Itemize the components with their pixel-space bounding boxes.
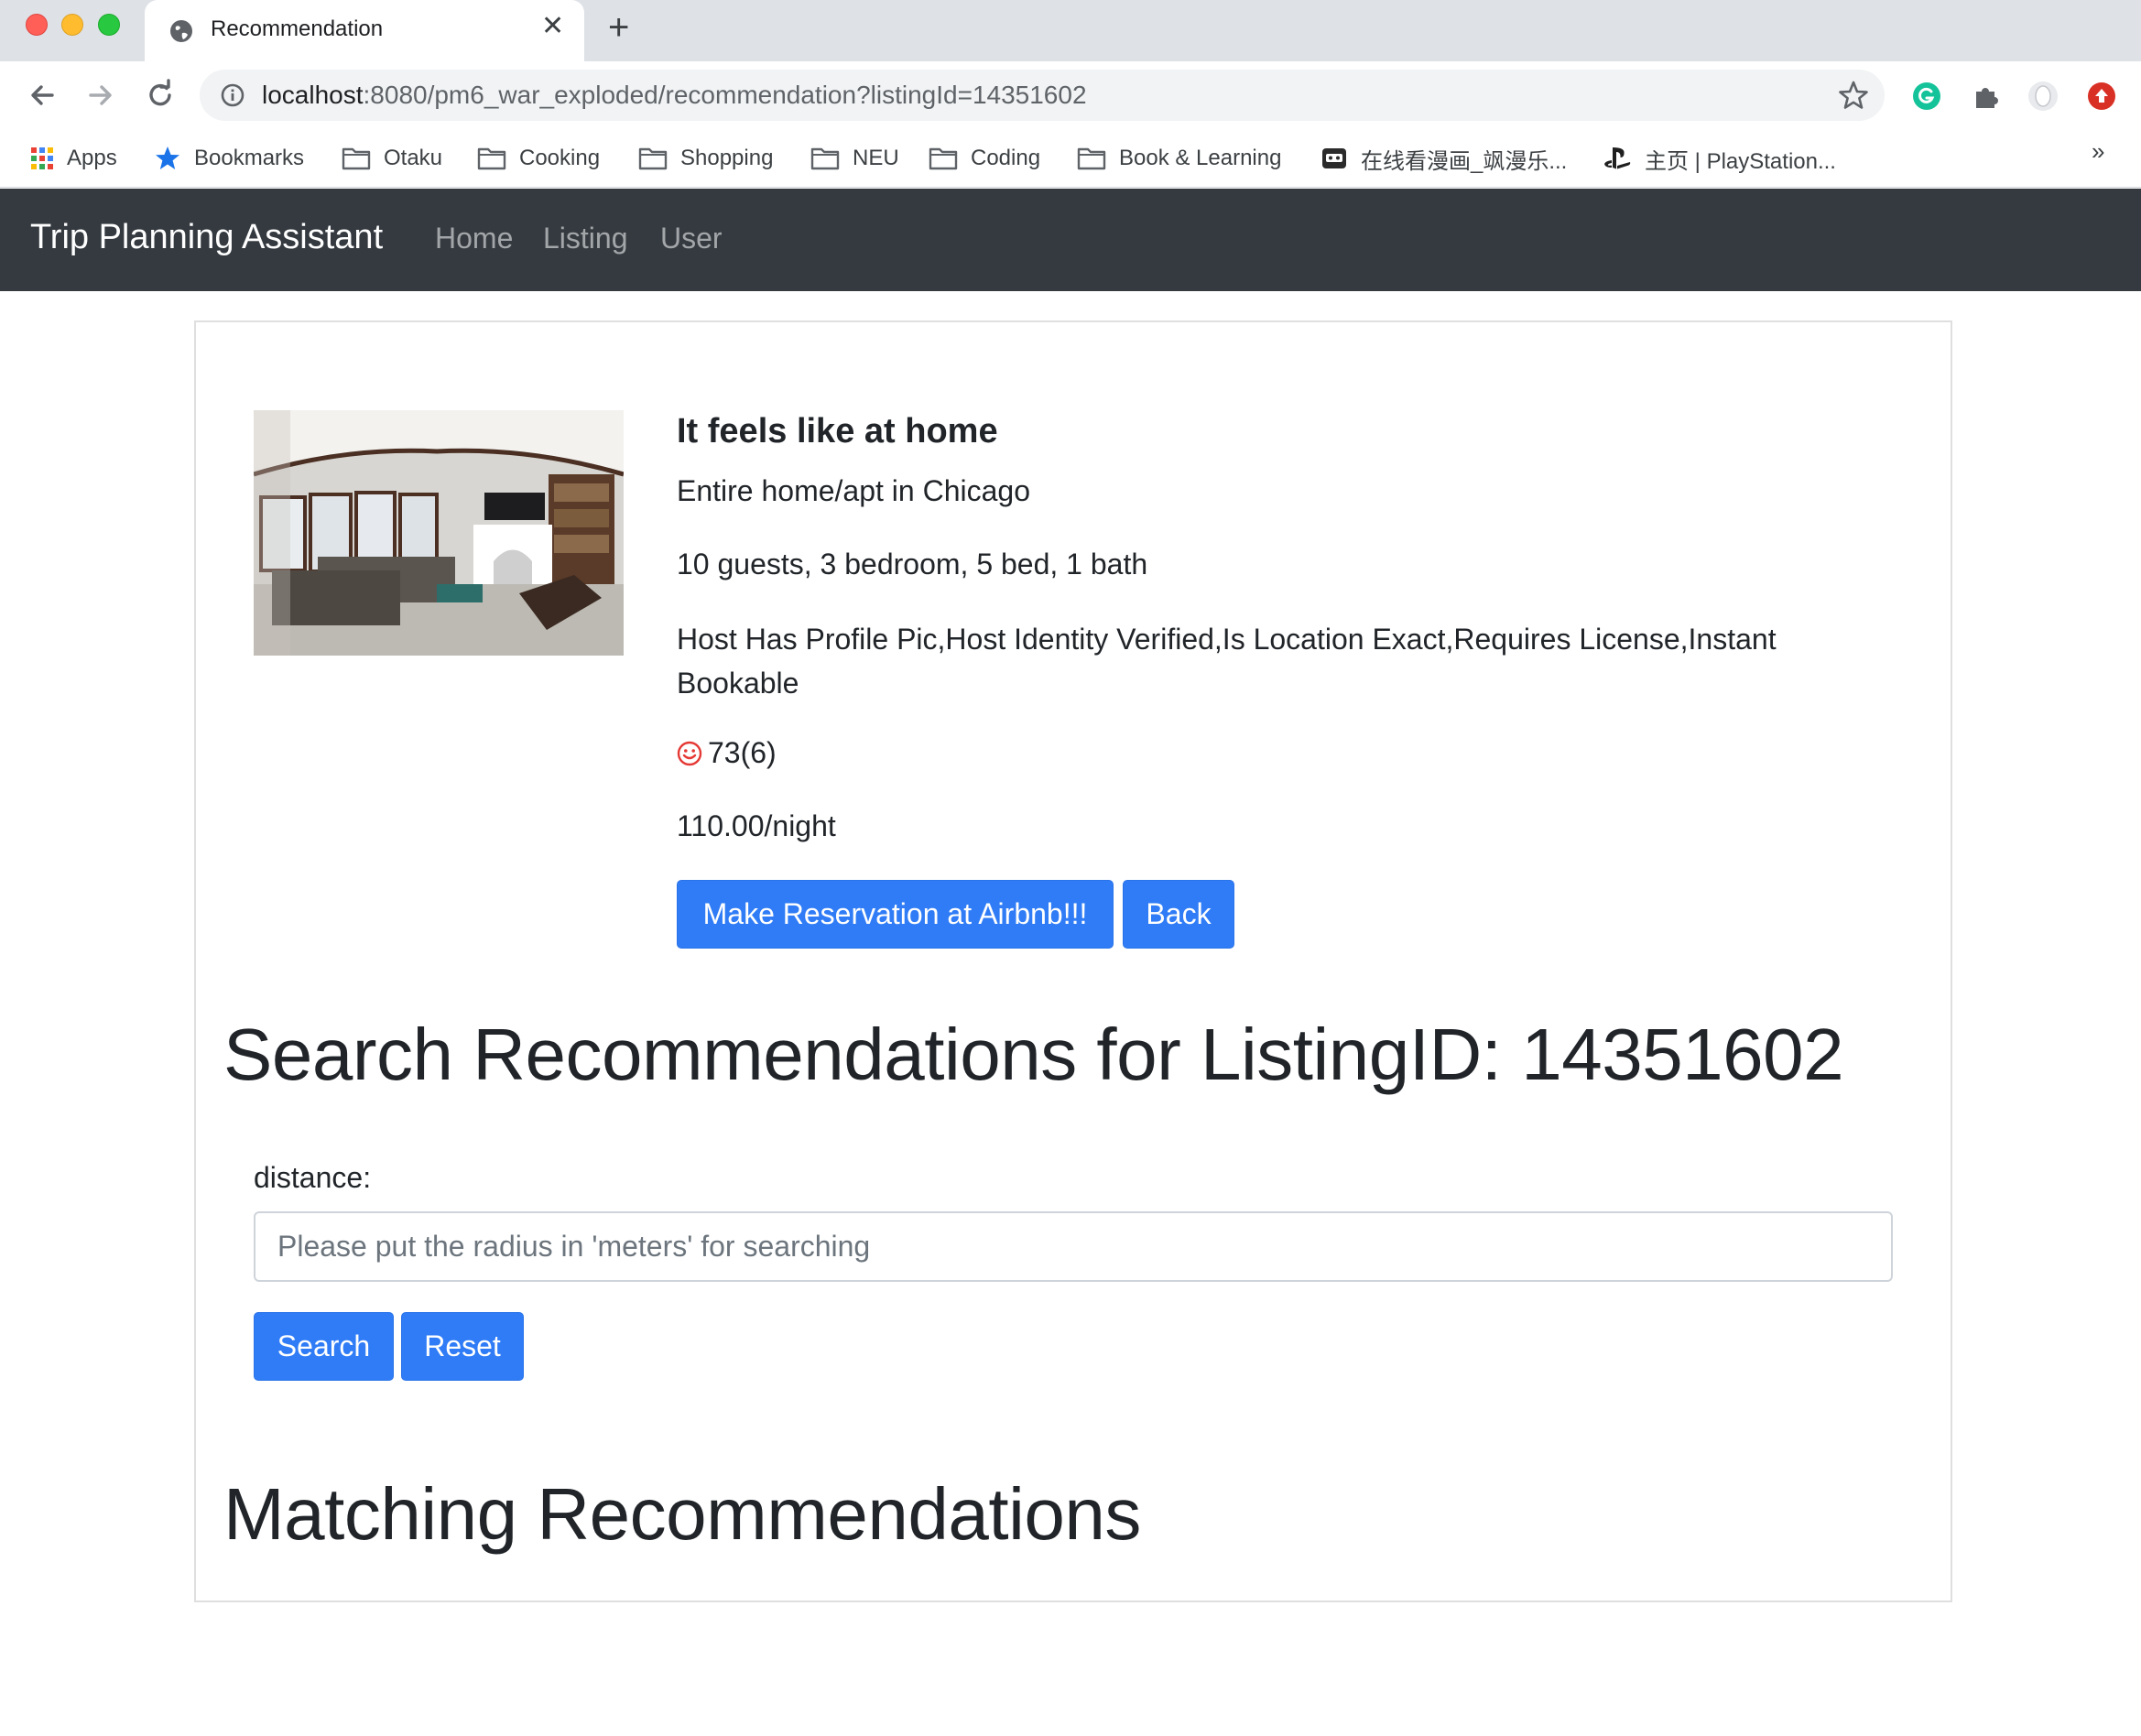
- close-window-button[interactable]: [26, 14, 48, 36]
- listing-name: It feels like at home: [677, 412, 998, 450]
- make-reservation-button[interactable]: Make Reservation at Airbnb!!!: [677, 880, 1114, 949]
- listing-photo: [254, 410, 624, 656]
- listing-capacity: 10 guests, 3 bedroom, 5 bed, 1 bath: [677, 548, 1148, 580]
- folder-icon: [477, 147, 506, 170]
- nav-link-listing[interactable]: Listing: [543, 222, 628, 255]
- bookmark-folder-cooking[interactable]: Cooking: [477, 140, 600, 177]
- bookmark-folder-coding[interactable]: Coding: [929, 140, 1040, 177]
- search-button[interactable]: Search: [254, 1312, 394, 1381]
- bookmark-label: Otaku: [384, 146, 443, 170]
- folder-icon: [1077, 147, 1106, 170]
- bookmark-folder-shopping[interactable]: Shopping: [638, 140, 773, 177]
- bookmark-playstation[interactable]: 主页 | PlayStation...: [1603, 140, 1836, 177]
- profile-avatar-icon[interactable]: [2027, 81, 2059, 112]
- bookmark-apps[interactable]: Apps: [30, 140, 117, 177]
- bookmarks-bar: Apps Bookmarks Otaku Cooking Shopping NE…: [0, 129, 2141, 188]
- reload-icon[interactable]: [143, 78, 178, 113]
- bookmark-manga-site[interactable]: 在线看漫画_飒漫乐...: [1320, 140, 1567, 177]
- search-heading: Search Recommendations for ListingID: 14…: [223, 1014, 1844, 1095]
- bookmark-label: Apps: [67, 146, 117, 170]
- site-icon: [1322, 148, 1346, 168]
- site-info-icon[interactable]: [220, 82, 245, 108]
- bookmark-bookmarks[interactable]: Bookmarks: [154, 140, 304, 177]
- listing-price: 110.00/night: [677, 809, 836, 842]
- folder-icon: [342, 147, 371, 170]
- close-tab-icon[interactable]: ✕: [541, 13, 564, 40]
- bookmark-folder-otaku[interactable]: Otaku: [342, 140, 442, 177]
- bookmark-label: NEU: [853, 146, 899, 170]
- bookmark-folder-book-learning[interactable]: Book & Learning: [1077, 140, 1281, 177]
- star-icon: [156, 146, 179, 169]
- navbar-brand[interactable]: Trip Planning Assistant: [30, 218, 383, 257]
- reset-button[interactable]: Reset: [401, 1312, 524, 1381]
- bookmark-folder-neu[interactable]: NEU: [810, 140, 899, 177]
- bookmark-label: Cooking: [519, 146, 601, 170]
- bookmark-star-icon[interactable]: [1837, 79, 1870, 112]
- browser-tab-bar: Recommendation ✕ +: [0, 0, 2141, 61]
- more-bookmarks-chevron-icon[interactable]: »: [2092, 137, 2104, 166]
- grammarly-extension-icon[interactable]: [1911, 81, 1942, 112]
- playstation-icon: [1604, 147, 1631, 169]
- listing-features: Host Has Profile Pic,Host Identity Verif…: [677, 623, 1777, 700]
- maximize-window-button[interactable]: [98, 14, 120, 36]
- url-host: localhost: [262, 81, 364, 109]
- browser-toolbar: localhost:8080/pm6_war_exploded/recommen…: [0, 61, 2141, 129]
- folder-icon: [638, 147, 668, 170]
- globe-icon: [170, 20, 192, 42]
- url-path: :8080/pm6_war_exploded/recommendation?li…: [363, 81, 1087, 109]
- browser-tab[interactable]: Recommendation ✕: [145, 0, 584, 61]
- minimize-window-button[interactable]: [61, 14, 83, 36]
- back-button[interactable]: Back: [1123, 880, 1234, 949]
- upload-extension-icon[interactable]: [2086, 81, 2117, 112]
- listing-rating: 73(6): [677, 736, 777, 770]
- url-text[interactable]: localhost:8080/pm6_war_exploded/recommen…: [262, 81, 1087, 110]
- folder-icon: [810, 147, 840, 170]
- bookmark-label: Book & Learning: [1119, 146, 1282, 170]
- site-navbar: Trip Planning Assistant Home Listing Use…: [0, 189, 2141, 291]
- distance-label: distance:: [254, 1161, 372, 1194]
- back-arrow-icon[interactable]: [25, 78, 60, 113]
- smiley-icon: [677, 741, 702, 765]
- folder-icon: [929, 147, 958, 170]
- apps-grid-icon: [31, 147, 53, 169]
- new-tab-button[interactable]: +: [608, 9, 629, 46]
- matching-recommendations-heading: Matching Recommendations: [223, 1473, 1141, 1555]
- nav-link-user[interactable]: User: [660, 222, 723, 255]
- extensions-puzzle-icon[interactable]: [1971, 81, 2002, 112]
- address-bar[interactable]: localhost:8080/pm6_war_exploded/recommen…: [200, 70, 1885, 121]
- tab-title: Recommendation: [211, 16, 384, 41]
- forward-arrow-icon[interactable]: [83, 78, 118, 113]
- listing-room-type: Entire home/apt in Chicago: [677, 474, 1030, 507]
- bookmark-label: Shopping: [680, 146, 774, 170]
- distance-input[interactable]: [254, 1211, 1893, 1282]
- nav-link-home[interactable]: Home: [435, 222, 513, 255]
- bookmark-label: Coding: [971, 146, 1041, 170]
- bookmark-label: 在线看漫画_飒漫乐...: [1361, 148, 1568, 174]
- bookmark-label: Bookmarks: [194, 146, 305, 170]
- bookmark-label: 主页 | PlayStation...: [1645, 148, 1836, 174]
- rating-value: 73(6): [708, 736, 777, 769]
